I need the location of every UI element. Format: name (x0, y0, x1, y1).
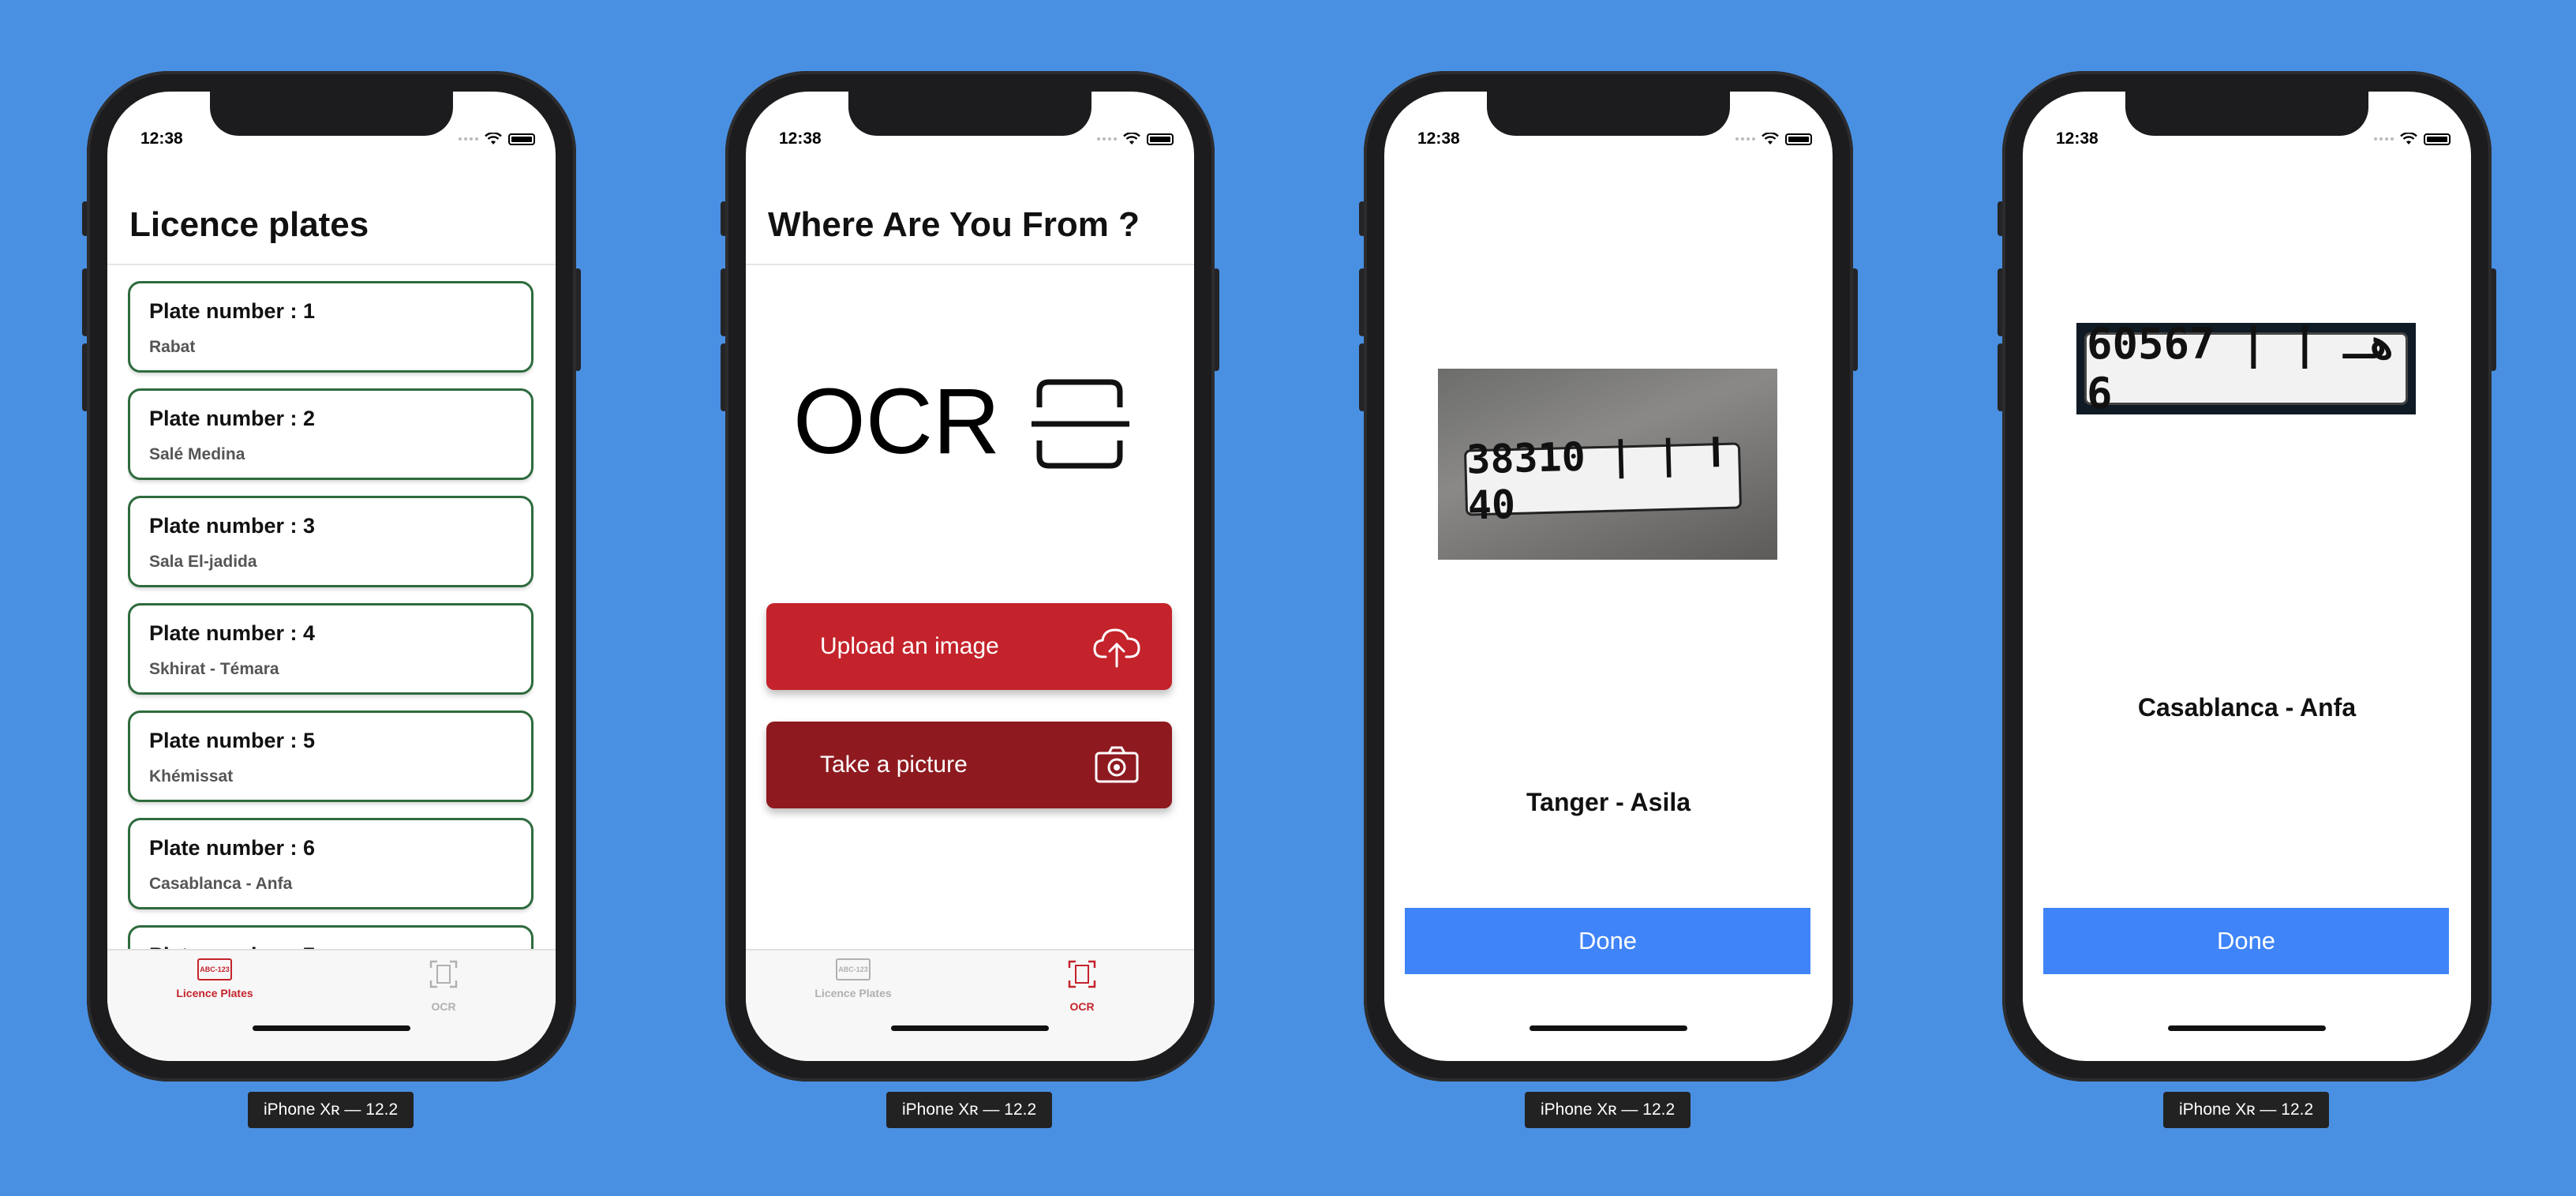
list-item[interactable]: Plate number : 1 Rabat (128, 281, 534, 373)
status-icons (2374, 133, 2451, 145)
plate-photo: 60567 | هـ | 6 (2076, 323, 2416, 414)
tab-label: OCR (1069, 1000, 1095, 1013)
list-item[interactable]: Plate number : 4 Skhirat - Témara (128, 603, 534, 695)
plate-photo: 38310 | ا | 40 (1438, 369, 1777, 560)
signal-icon (2374, 137, 2394, 141)
plate-city: Casablanca - Anfa (149, 875, 293, 893)
take-picture-button[interactable]: Take a picture (766, 722, 1172, 808)
screen: 12:38 Where Are You From ? OCR Upload an… (746, 92, 1194, 1061)
divider (107, 264, 556, 265)
status-icons (1097, 133, 1174, 145)
tab-label: OCR (431, 1000, 456, 1013)
home-indicator (2168, 1025, 2326, 1031)
signal-icon (459, 137, 478, 141)
signal-icon (1735, 137, 1755, 141)
plate-text: 60567 | هـ | 6 (2084, 323, 2408, 414)
tab-licence-plates[interactable]: ABC-123 Licence Plates (774, 958, 932, 999)
plate-number: Plate number : 4 (149, 621, 316, 645)
device-licence-plates: 12:38 Licence plates Plate number : 1 Ra… (82, 71, 581, 1082)
signal-icon (1097, 137, 1117, 141)
plate-number: Plate number : 2 (149, 407, 316, 430)
list-item[interactable]: Plate number : 3 Sala El-jadida (128, 496, 534, 587)
status-icons (459, 133, 535, 145)
notch (848, 92, 1091, 136)
divider (746, 264, 1194, 265)
list-item[interactable]: Plate number : 6 Casablanca - Anfa (128, 818, 534, 909)
notch (210, 92, 453, 136)
notch (1487, 92, 1730, 136)
device-label: iPhone Xʀ — 12.2 (1525, 1092, 1691, 1128)
plate-city: Khémissat (149, 767, 234, 785)
plate-number: Plate number : 3 (149, 514, 316, 538)
battery-icon (508, 133, 535, 145)
tab-ocr[interactable]: OCR (1003, 958, 1161, 1013)
device-label: iPhone Xʀ — 12.2 (248, 1092, 414, 1128)
tab-ocr[interactable]: OCR (365, 958, 522, 1013)
battery-icon (2424, 133, 2451, 145)
home-indicator (891, 1025, 1049, 1031)
ocr-logo-text: OCR (793, 369, 1001, 474)
plate-city: Skhirat - Témara (149, 660, 279, 678)
tab-bar: ABC-123 Licence Plates OCR (107, 949, 556, 1061)
result-city: Tanger - Asila (1526, 788, 1691, 816)
licence-plate-icon: ABC-123 (836, 958, 871, 980)
device-label: iPhone Xʀ — 12.2 (2163, 1092, 2330, 1128)
take-picture-label: Take a picture (820, 752, 968, 778)
page-title: Licence plates (129, 205, 369, 244)
wifi-icon (1762, 133, 1779, 144)
battery-icon (1785, 133, 1812, 145)
list-item[interactable]: Plate number : 5 Khémissat (128, 710, 534, 802)
tab-licence-plates[interactable]: ABC-123 Licence Plates (136, 958, 294, 999)
cloud-upload-icon (1093, 628, 1140, 668)
plate-number: Plate number : 1 (149, 299, 316, 323)
status-icons (1735, 133, 1812, 145)
tab-bar: ABC-123 Licence Plates OCR (746, 949, 1194, 1061)
plate-text: 38310 | ا | 40 (1463, 430, 1743, 528)
screen: 12:38 38310 | ا | 40 Tanger - Asila Done (1384, 92, 1833, 1061)
device-result-tanger: 12:38 38310 | ا | 40 Tanger - Asila Done (1359, 71, 1858, 1082)
tab-label: Licence Plates (176, 987, 253, 999)
scan-icon (429, 960, 458, 988)
status-time: 12:38 (140, 129, 183, 148)
upload-image-label: Upload an image (820, 633, 999, 659)
page-title: Where Are You From ? (768, 205, 1140, 244)
tab-label: Licence Plates (814, 987, 892, 999)
battery-icon (1147, 133, 1174, 145)
plate-city: Rabat (149, 338, 196, 356)
plate-city: Sala El-jadida (149, 553, 257, 571)
done-button[interactable]: Done (1405, 908, 1810, 974)
wifi-icon (1123, 133, 1140, 144)
device-label: iPhone Xʀ — 12.2 (886, 1092, 1053, 1128)
done-button[interactable]: Done (2043, 908, 2449, 974)
plate-number: Plate number : 5 (149, 729, 316, 752)
list-item[interactable]: Plate number : 2 Salé Medina (128, 388, 534, 480)
wifi-icon (485, 133, 502, 144)
licence-plate-icon: ABC-123 (197, 958, 232, 980)
camera-icon (1095, 746, 1139, 783)
plates-list[interactable]: Plate number : 1 Rabat Plate number : 2 … (128, 281, 534, 1061)
home-indicator (1530, 1025, 1687, 1031)
result-city: Casablanca - Anfa (2137, 693, 2357, 722)
wifi-icon (2400, 133, 2417, 144)
plate-number: Plate number : 6 (149, 836, 316, 860)
device-ocr: 12:38 Where Are You From ? OCR Upload an… (721, 71, 1219, 1082)
status-time: 12:38 (779, 129, 822, 148)
upload-image-button[interactable]: Upload an image (766, 603, 1172, 690)
plate-city: Salé Medina (149, 445, 245, 463)
scan-icon (1068, 960, 1096, 988)
screen: 12:38 60567 | هـ | 6 Casablanca - Anfa D… (2023, 92, 2471, 1061)
notch (2125, 92, 2368, 136)
scan-icon (1032, 379, 1129, 469)
home-indicator (253, 1025, 410, 1031)
screen: 12:38 Licence plates Plate number : 1 Ra… (107, 92, 556, 1061)
status-time: 12:38 (1417, 129, 1460, 148)
status-time: 12:38 (2056, 129, 2099, 148)
device-result-casablanca: 12:38 60567 | هـ | 6 Casablanca - Anfa D… (1998, 71, 2496, 1082)
